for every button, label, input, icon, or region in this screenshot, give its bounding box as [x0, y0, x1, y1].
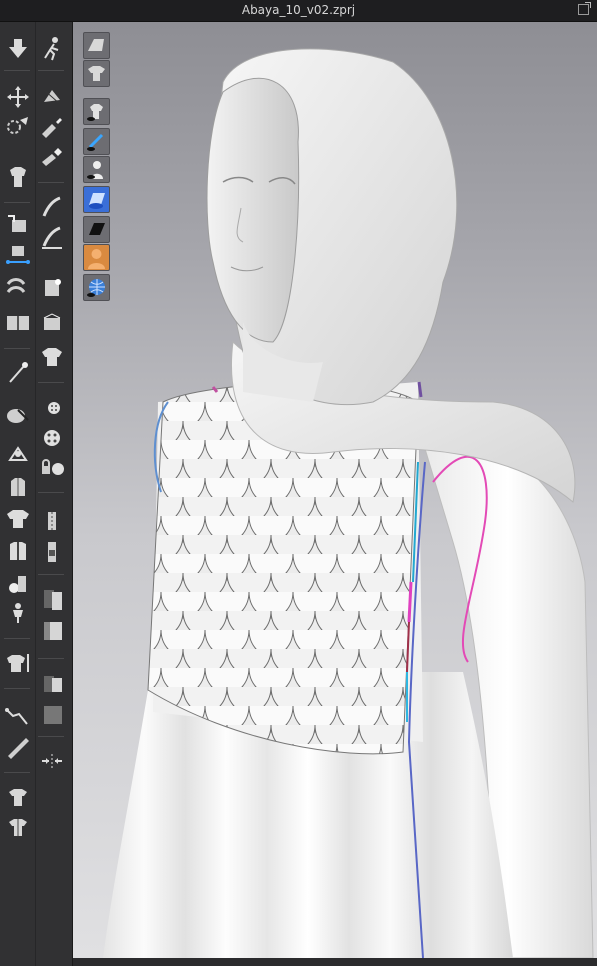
show-garment-icon[interactable]: [83, 98, 110, 125]
avatar-skin-icon[interactable]: [83, 244, 110, 271]
texture-view-icon[interactable]: [83, 186, 110, 213]
window-title: Abaya_10_v02.zprj: [241, 3, 356, 17]
avatar-pose-icon[interactable]: [4, 440, 32, 466]
garment-size-icon[interactable]: [4, 650, 32, 676]
fabric-roll-icon[interactable]: [38, 618, 66, 644]
toolbar-separator: [38, 182, 64, 183]
toolbar-separator: [4, 70, 30, 71]
surface-icon[interactable]: [83, 216, 110, 243]
toolbar-separator: [38, 736, 64, 737]
fabric-swatch-icon[interactable]: [38, 344, 66, 370]
button-place-icon[interactable]: [38, 394, 66, 420]
toolbar-separator: [38, 382, 64, 383]
walk-icon[interactable]: [38, 36, 66, 62]
show-pin-icon[interactable]: [83, 128, 110, 155]
simulation-icon[interactable]: [4, 36, 32, 62]
texture-icon[interactable]: [38, 194, 66, 220]
toolbar-divider: [35, 22, 36, 966]
shirt-measure-icon[interactable]: [4, 784, 32, 810]
lock-icon[interactable]: [38, 454, 66, 480]
toolbar-separator: [38, 658, 64, 659]
display-garment-icon[interactable]: [83, 60, 110, 87]
toolbar-separator: [4, 202, 30, 203]
garment-back-icon[interactable]: [4, 538, 32, 564]
shrink-icon[interactable]: [38, 748, 66, 774]
elastic-icon[interactable]: [38, 670, 66, 696]
avatar-small-icon[interactable]: [4, 600, 32, 626]
toolbar-separator: [4, 772, 30, 773]
garment-render: [103, 48, 594, 958]
hanger-icon[interactable]: [4, 474, 32, 500]
toolbar-separator: [38, 492, 64, 493]
toolbar-separator: [4, 638, 30, 639]
trim-icon[interactable]: [38, 310, 66, 336]
tape-icon[interactable]: [4, 702, 32, 728]
measure-icon[interactable]: [4, 240, 32, 266]
ruler-icon[interactable]: [4, 734, 32, 760]
toolbar-separator: [38, 70, 64, 71]
show-avatar-icon[interactable]: [83, 156, 110, 183]
zip-icon[interactable]: [4, 572, 32, 598]
shirt-measure-2-icon[interactable]: [4, 814, 32, 840]
segment-icon[interactable]: [4, 212, 32, 238]
bottom-border: [73, 958, 597, 966]
button-icon[interactable]: [38, 274, 66, 300]
toolbar-separator: [38, 574, 64, 575]
pencil-icon[interactable]: [38, 144, 66, 170]
pin-icon[interactable]: [4, 360, 32, 386]
fold-icon[interactable]: [4, 310, 32, 336]
graphic-icon[interactable]: [38, 224, 66, 250]
solid-icon[interactable]: [38, 702, 66, 728]
transform-icon[interactable]: [38, 84, 66, 110]
popout-icon[interactable]: [578, 2, 591, 15]
brush-icon[interactable]: [38, 114, 66, 140]
left-toolbar: [0, 22, 73, 966]
buttonhole-icon[interactable]: [38, 424, 66, 450]
puckering-icon[interactable]: [38, 586, 66, 612]
move-icon[interactable]: [4, 84, 32, 110]
avatar-fit-icon[interactable]: [4, 164, 32, 190]
garment-front-icon[interactable]: [4, 506, 32, 532]
display-fabric-icon[interactable]: [83, 32, 110, 59]
toolbar-separator: [4, 688, 30, 689]
edit-point-icon[interactable]: [4, 114, 32, 140]
3d-viewport[interactable]: [73, 22, 597, 958]
show-xray-icon[interactable]: [83, 274, 110, 301]
zipper-icon[interactable]: [38, 506, 66, 532]
tack-icon[interactable]: [4, 274, 32, 300]
zipper-slider-icon[interactable]: [38, 538, 66, 564]
toolbar-separator: [4, 348, 30, 349]
stitch-icon[interactable]: [4, 402, 32, 428]
title-bar: Abaya_10_v02.zprj: [0, 0, 597, 22]
